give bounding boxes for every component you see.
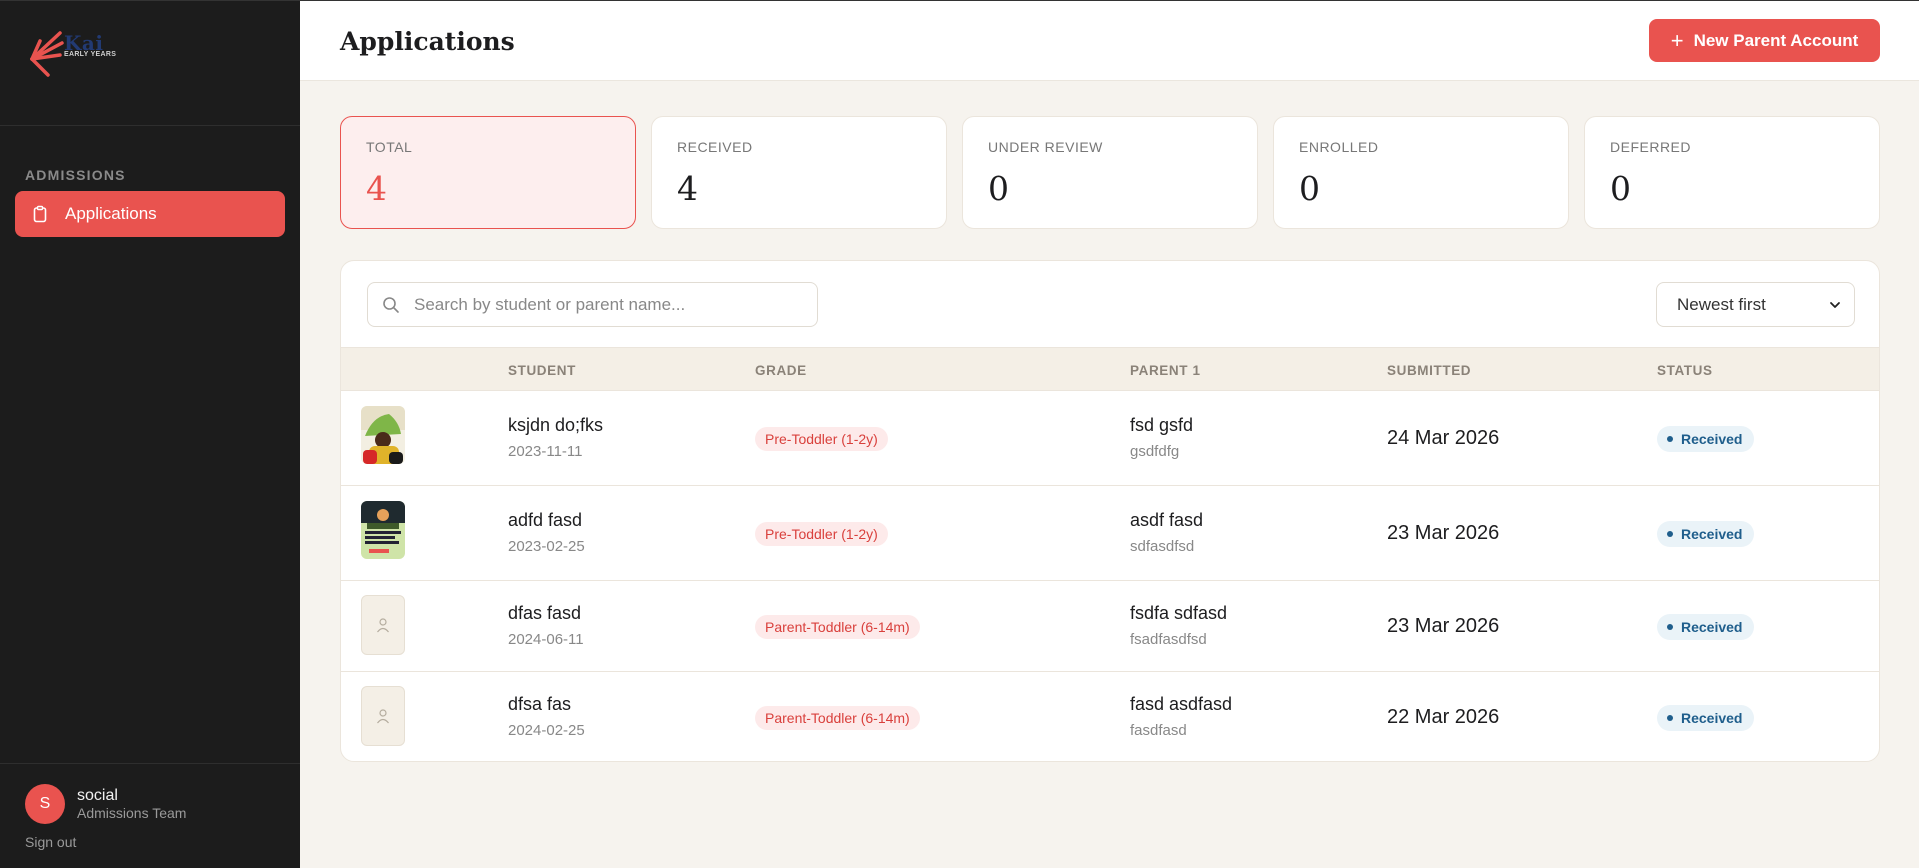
student-name[interactable]: dfsa fas bbox=[508, 694, 571, 715]
submitted-date: 22 Mar 2026 bbox=[1387, 706, 1500, 728]
parent-name: asdf fasd bbox=[1130, 510, 1204, 530]
column-header-parent[interactable]: PARENT 1 bbox=[1130, 363, 1201, 378]
sort-selected-value: Newest first bbox=[1677, 294, 1766, 314]
sidebar-divider bbox=[0, 125, 300, 126]
submitted-date: 23 Mar 2026 bbox=[1387, 615, 1500, 637]
status-label: Received bbox=[1681, 431, 1743, 447]
table-row[interactable]: dfas fasd 2024-06-11 Parent-Toddler (6-1… bbox=[341, 581, 1879, 672]
column-header-status[interactable]: STATUS bbox=[1657, 363, 1713, 378]
clipboard-icon bbox=[33, 205, 47, 223]
parent-username: fasdfasd bbox=[1130, 722, 1187, 739]
student-photo-placeholder bbox=[361, 686, 405, 746]
sort-select[interactable]: Newest first bbox=[1656, 282, 1855, 327]
column-header-student[interactable]: STUDENT bbox=[508, 363, 576, 378]
status-badge: Received bbox=[1657, 521, 1755, 547]
applications-panel: Newest first STUDENT GRADE PARENT 1 SUBM… bbox=[340, 260, 1880, 762]
grade-badge: Parent-Toddler (6-14m) bbox=[755, 615, 920, 639]
student-dob: 2023-02-25 bbox=[508, 538, 585, 555]
stat-card-total[interactable]: TOTAL 4 bbox=[340, 116, 636, 229]
parent-username: gsdfdfg bbox=[1130, 443, 1180, 460]
student-name[interactable]: dfas fasd bbox=[508, 603, 581, 624]
brand-logo[interactable]: Kai EARLY YEARS bbox=[26, 29, 146, 85]
logo-mark-icon bbox=[30, 31, 64, 77]
stat-value: 0 bbox=[1610, 169, 1631, 208]
search-icon bbox=[383, 296, 399, 313]
student-name[interactable]: adfd fasd bbox=[508, 510, 582, 531]
status-dot-icon bbox=[1667, 531, 1673, 537]
column-header-submitted[interactable]: SUBMITTED bbox=[1387, 363, 1471, 378]
parent-username: fsadfasdfsd bbox=[1130, 631, 1207, 648]
sidebar-section-label: ADMISSIONS bbox=[25, 167, 126, 183]
status-badge: Received bbox=[1657, 705, 1755, 731]
plus-icon: + bbox=[1670, 27, 1684, 53]
page-header: Applications + New Parent Account bbox=[300, 0, 1919, 81]
student-name[interactable]: ksjdn do;fks bbox=[508, 415, 603, 436]
student-photo bbox=[361, 501, 405, 559]
stat-value: 4 bbox=[366, 169, 387, 208]
status-label: Received bbox=[1681, 619, 1743, 635]
stat-label: UNDER REVIEW bbox=[988, 139, 1103, 155]
stat-label: RECEIVED bbox=[677, 139, 753, 155]
stat-label: TOTAL bbox=[366, 139, 413, 155]
stat-card-deferred[interactable]: DEFERRED 0 bbox=[1584, 116, 1880, 229]
submitted-date: 23 Mar 2026 bbox=[1387, 522, 1500, 544]
status-badge: Received bbox=[1657, 614, 1755, 640]
brand-tagline: EARLY YEARS bbox=[64, 51, 117, 58]
student-dob: 2024-06-11 bbox=[508, 631, 584, 648]
sign-out-link[interactable]: Sign out bbox=[25, 834, 76, 850]
user-icon bbox=[377, 618, 389, 633]
avatar[interactable]: S bbox=[25, 784, 65, 824]
status-label: Received bbox=[1681, 710, 1743, 726]
stat-label: ENROLLED bbox=[1299, 139, 1379, 155]
status-badge: Received bbox=[1657, 426, 1755, 452]
student-dob: 2024-02-25 bbox=[508, 722, 585, 739]
student-dob: 2023-11-11 bbox=[508, 443, 583, 460]
status-dot-icon bbox=[1667, 624, 1673, 630]
sidebar-footer-divider bbox=[0, 763, 300, 764]
parent-name: fsdfa sdfasd bbox=[1130, 603, 1228, 623]
user-name: social bbox=[77, 787, 118, 804]
grade-badge: Pre-Toddler (1-2y) bbox=[755, 522, 888, 546]
parent-name: fsd gsfd bbox=[1130, 415, 1194, 435]
search-input[interactable] bbox=[414, 294, 817, 315]
grade-badge: Pre-Toddler (1-2y) bbox=[755, 427, 888, 451]
chevron-down-icon bbox=[1830, 301, 1840, 308]
stat-value: 4 bbox=[677, 169, 698, 208]
sidebar-item-applications[interactable]: Applications bbox=[15, 191, 285, 237]
user-role: Admissions Team bbox=[77, 805, 187, 821]
search-box[interactable] bbox=[367, 282, 818, 327]
table-header: STUDENT GRADE PARENT 1 SUBMITTED STATUS bbox=[341, 347, 1879, 391]
logo-text: Kai EARLY YEARS bbox=[64, 31, 116, 58]
stat-label: DEFERRED bbox=[1610, 139, 1692, 155]
status-dot-icon bbox=[1667, 715, 1673, 721]
student-photo bbox=[361, 406, 405, 464]
table-row[interactable]: adfd fasd 2023-02-25 Pre-Toddler (1-2y) … bbox=[341, 486, 1879, 581]
status-dot-icon bbox=[1667, 436, 1673, 442]
stat-card-received[interactable]: RECEIVED 4 bbox=[651, 116, 947, 229]
sidebar-item-label: Applications bbox=[65, 204, 157, 223]
table-row[interactable]: dfsa fas 2024-02-25 Parent-Toddler (6-14… bbox=[341, 672, 1879, 761]
stat-value: 0 bbox=[988, 169, 1009, 208]
student-photo-placeholder bbox=[361, 595, 405, 655]
stat-card-enrolled[interactable]: ENROLLED 0 bbox=[1273, 116, 1569, 229]
table-row[interactable]: ksjdn do;fks 2023-11-11 Pre-Toddler (1-2… bbox=[341, 391, 1879, 486]
sidebar: Kai EARLY YEARS ADMISSIONS Applications … bbox=[0, 0, 300, 868]
page-title: Applications bbox=[340, 27, 515, 56]
parent-name: fasd asdfasd bbox=[1130, 694, 1233, 714]
user-icon bbox=[377, 709, 389, 724]
status-label: Received bbox=[1681, 526, 1743, 542]
new-parent-account-label: New Parent Account bbox=[1693, 30, 1859, 50]
grade-badge: Parent-Toddler (6-14m) bbox=[755, 706, 920, 730]
submitted-date: 24 Mar 2026 bbox=[1387, 427, 1500, 449]
stat-card-under-review[interactable]: UNDER REVIEW 0 bbox=[962, 116, 1258, 229]
new-parent-account-button[interactable]: + New Parent Account bbox=[1649, 19, 1880, 62]
student-photo-image bbox=[361, 406, 405, 464]
student-photo-image bbox=[361, 501, 405, 559]
parent-username: sdfasdfsd bbox=[1130, 538, 1195, 555]
stat-value: 0 bbox=[1299, 169, 1320, 208]
column-header-grade[interactable]: GRADE bbox=[755, 363, 807, 378]
